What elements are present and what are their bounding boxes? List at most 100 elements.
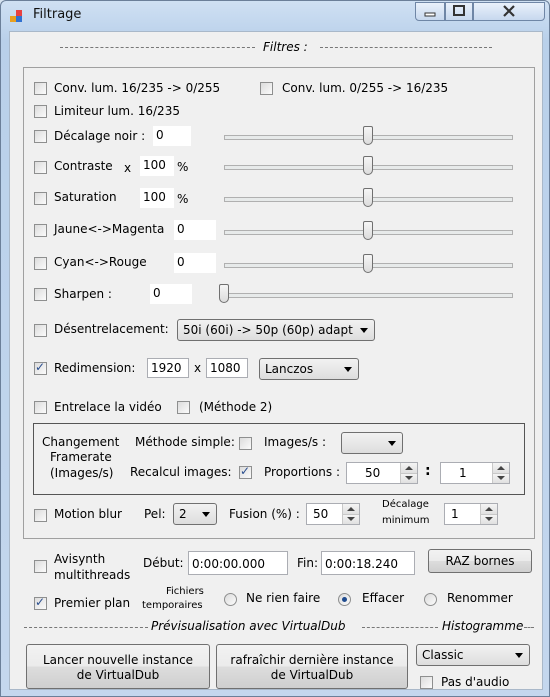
proportions-b-stepper[interactable]: 1 <box>440 462 510 484</box>
framerate-title-2: Framerate <box>50 450 112 464</box>
sharpen-slider-thumb[interactable] <box>219 284 229 303</box>
chevron-down-icon <box>388 441 396 446</box>
spin-down-icon[interactable] <box>493 473 509 483</box>
debut-label: Début: <box>143 556 184 570</box>
saturation-checkbox[interactable] <box>34 192 47 205</box>
fusion-stepper[interactable]: 50 <box>306 503 360 525</box>
fusion-spin <box>342 504 359 524</box>
avisynth-label-1: Avisynth <box>54 552 106 566</box>
pas-audio-checkbox[interactable] <box>420 676 433 689</box>
debut-field[interactable]: 0:00:00.000 <box>188 551 288 575</box>
decalage-min-label-2: minimum <box>382 515 430 526</box>
radio-renommer-label: Renommer <box>447 591 513 605</box>
jaune-magenta-value[interactable]: 0 <box>174 220 216 240</box>
conv-16-0-checkbox[interactable] <box>34 82 47 95</box>
spin-down-icon[interactable] <box>343 514 359 524</box>
sharpen-slider[interactable] <box>224 293 513 298</box>
saturation-value[interactable]: 100 <box>140 188 174 208</box>
fusion-value: 50 <box>313 507 329 521</box>
proportions-colon: : <box>425 463 431 479</box>
decalage-min-label-1: Décalage <box>382 499 429 510</box>
spin-up-icon[interactable] <box>481 504 497 514</box>
sharpen-value[interactable]: 0 <box>150 284 192 304</box>
conv-16-0-label: Conv. lum. 16/235 -> 0/255 <box>54 81 221 95</box>
pel-select[interactable]: 2 <box>173 503 217 525</box>
decalage-min-spin <box>480 504 497 524</box>
recalcul-label: Recalcul images: <box>130 465 232 479</box>
window-title: Filtrage <box>33 7 82 22</box>
saturation-label: Saturation <box>54 190 117 204</box>
radio-effacer-label: Effacer <box>362 591 405 605</box>
saturation-slider-thumb[interactable] <box>362 188 373 207</box>
redimension-height[interactable]: 1080 <box>206 358 248 378</box>
minimize-button[interactable] <box>415 2 445 21</box>
jaune-magenta-slider-thumb[interactable] <box>362 221 373 240</box>
limiteur-checkbox[interactable] <box>34 105 47 118</box>
fusion-label: Fusion (%) : <box>229 507 300 521</box>
decalage-min-value: 1 <box>451 507 459 521</box>
decalage-min-stepper[interactable]: 1 <box>444 503 498 525</box>
preview-separator-right <box>524 627 534 629</box>
contraste-checkbox[interactable] <box>34 161 47 174</box>
proportions-a-value: 50 <box>365 466 381 480</box>
redimension-checkbox[interactable] <box>34 360 47 375</box>
redimension-method-select[interactable]: Lanczos <box>259 358 359 380</box>
histogramme-select[interactable]: Classic <box>416 644 530 666</box>
cyan-rouge-checkbox[interactable] <box>34 257 47 270</box>
proportions-b-value: 1 <box>459 466 467 480</box>
methode-simple-label: Méthode simple: <box>135 435 235 449</box>
jaune-magenta-checkbox[interactable] <box>34 224 47 237</box>
preview-separator-left <box>24 627 148 629</box>
spin-up-icon[interactable] <box>343 504 359 514</box>
contraste-unit: % <box>177 160 189 174</box>
methode-simple-checkbox[interactable] <box>239 437 252 450</box>
app-window-icon <box>10 10 22 22</box>
spin-up-icon[interactable] <box>401 463 417 473</box>
proportions-a-stepper[interactable]: 50 <box>346 462 418 484</box>
decalage-noir-checkbox[interactable] <box>34 130 47 143</box>
contraste-value[interactable]: 100 <box>140 156 174 176</box>
pel-label: Pel: <box>144 507 166 521</box>
window: Filtrage Filtres : Conv. lum. 16/235 -> … <box>0 0 550 697</box>
desentrelacement-select[interactable]: 50i (60i) -> 50p (60p) adapt <box>177 319 375 341</box>
sharpen-checkbox[interactable] <box>34 288 47 301</box>
client-area: Filtres : Conv. lum. 16/235 -> 0/255 Con… <box>9 31 543 690</box>
close-button[interactable] <box>473 2 545 21</box>
motion-blur-checkbox[interactable] <box>34 509 47 522</box>
radio-renommer[interactable] <box>424 593 437 606</box>
radio-ne-rien-faire[interactable] <box>224 593 237 606</box>
decalage-noir-value[interactable]: 0 <box>153 126 191 146</box>
avisynth-checkbox[interactable] <box>34 560 47 573</box>
saturation-unit: % <box>177 192 189 206</box>
conv-0-16-label: Conv. lum. 0/255 -> 16/235 <box>282 81 449 95</box>
maximize-button[interactable] <box>445 2 473 21</box>
methode2-checkbox[interactable] <box>177 401 190 414</box>
redimension-width[interactable]: 1920 <box>147 358 189 378</box>
radio-effacer[interactable] <box>338 593 351 606</box>
premier-plan-checkbox[interactable] <box>34 595 47 610</box>
premier-plan-label: Premier plan <box>54 596 131 610</box>
fin-label: Fin: <box>297 556 319 570</box>
lancer-instance-button[interactable]: Lancer nouvelle instance de VirtualDub <box>26 644 210 689</box>
redimension-label: Redimension: <box>54 361 136 375</box>
title-bar[interactable]: Filtrage <box>1 1 549 31</box>
recalcul-checkbox[interactable] <box>239 464 252 479</box>
entrelace-checkbox[interactable] <box>34 401 47 414</box>
contraste-slider-thumb[interactable] <box>362 156 373 175</box>
motion-blur-label: Motion blur <box>54 507 122 521</box>
decalage-noir-slider-thumb[interactable] <box>362 126 373 145</box>
cyan-rouge-value[interactable]: 0 <box>174 253 216 273</box>
raz-bornes-button[interactable]: RAZ bornes <box>428 549 532 573</box>
desentrelacement-checkbox[interactable] <box>34 324 47 337</box>
rafraichir-instance-button[interactable]: rafraîchir dernière instance de VirtualD… <box>216 644 408 689</box>
cyan-rouge-slider-thumb[interactable] <box>362 254 373 273</box>
spin-up-icon[interactable] <box>493 463 509 473</box>
sharpen-label: Sharpen : <box>54 287 112 301</box>
pel-selected: 2 <box>179 507 187 521</box>
images-s-select[interactable] <box>341 432 403 454</box>
fin-field[interactable]: 0:00:18.240 <box>321 551 415 575</box>
spin-down-icon[interactable] <box>401 473 417 483</box>
spin-down-icon[interactable] <box>481 514 497 524</box>
conv-0-16-checkbox[interactable] <box>260 82 273 95</box>
desentrelacement-label: Désentrelacement: <box>54 322 169 336</box>
